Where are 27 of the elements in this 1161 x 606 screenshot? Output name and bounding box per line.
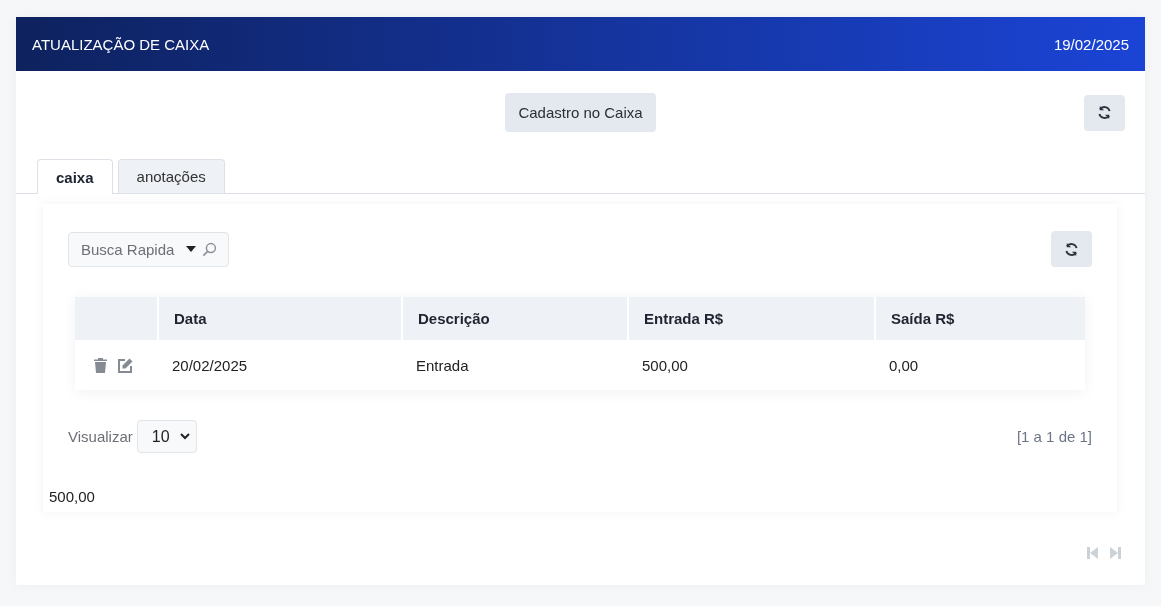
chevron-down-icon — [179, 433, 190, 440]
table-cell-text: 0,00 — [888, 356, 920, 374]
record-range: [1 a 1 de 1] — [1016, 428, 1092, 445]
table-cell-text: 20/02/2025 — [171, 356, 249, 374]
search-field[interactable]: Busca Rapida — [68, 231, 229, 267]
refresh-button[interactable] — [1084, 94, 1125, 131]
page-title: ATUALIZAÇÃO DE CAIXA — [32, 35, 210, 53]
refresh-icon — [1064, 241, 1079, 257]
edit-icon[interactable] — [117, 357, 133, 373]
column-header: Data — [157, 297, 401, 340]
column-header: Entrada R$ — [627, 297, 874, 340]
column-header: Descrição — [401, 297, 627, 340]
dropdown-caret-icon — [186, 246, 196, 252]
column-header: Saída R$ — [874, 297, 1085, 340]
trash-icon[interactable] — [94, 357, 107, 373]
tab[interactable]: anotações — [117, 159, 225, 193]
refresh-button[interactable] — [1051, 231, 1092, 267]
total-amount: 500,00 — [49, 488, 95, 505]
table-cell-text: 500,00 — [641, 356, 689, 374]
search-icon — [202, 241, 217, 257]
refresh-icon — [1097, 105, 1112, 120]
header-date: 19/02/2025 — [1053, 35, 1129, 53]
page-size-select[interactable]: 10 — [136, 420, 197, 453]
tab[interactable]: caixa — [37, 159, 113, 194]
register-button[interactable]: Cadastro no Caixa — [505, 93, 656, 132]
table-cell-text: Entrada — [415, 356, 470, 374]
view-label: Visualizar — [68, 428, 133, 445]
